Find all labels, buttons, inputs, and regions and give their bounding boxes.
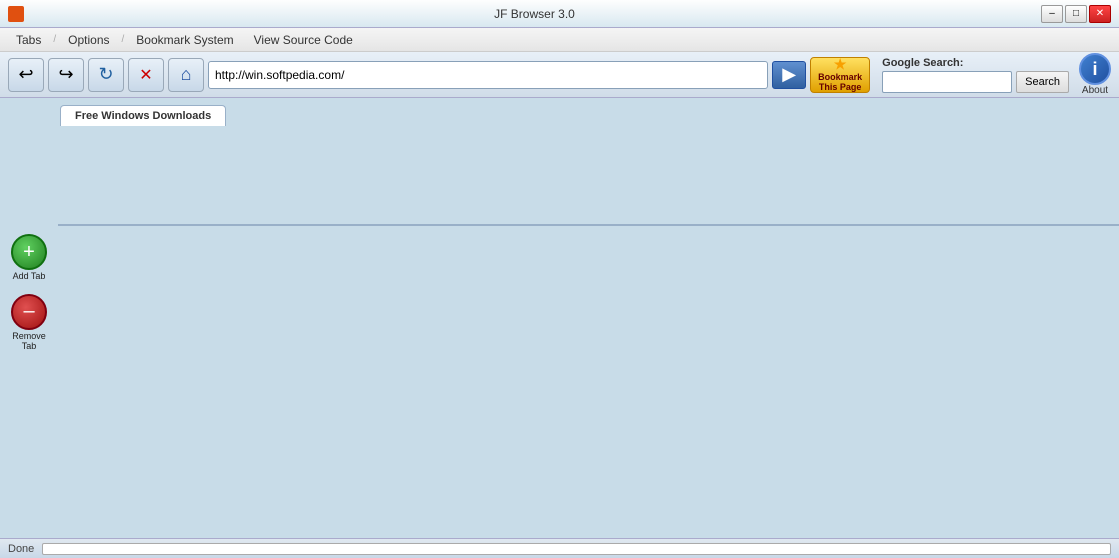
sidebar: + Add Tab – RemoveTab: [0, 224, 58, 352]
add-tab-label: Add Tab: [13, 272, 46, 282]
reload-button[interactable]: ↻: [88, 58, 124, 92]
menu-view-source[interactable]: View Source Code: [246, 31, 361, 49]
add-tab-button[interactable]: + Add Tab: [11, 234, 47, 282]
remove-tab-icon: –: [11, 294, 47, 330]
stop-icon: ✕: [139, 65, 152, 85]
menu-options[interactable]: Options: [60, 31, 117, 49]
add-tab-icon: +: [11, 234, 47, 270]
status-bar: Done: [0, 538, 1119, 558]
reload-icon: ↻: [98, 64, 113, 85]
back-icon: ↩: [18, 64, 33, 85]
app-icon: [8, 6, 24, 22]
bookmark-button[interactable]: ★ BookmarkThis Page: [810, 57, 870, 93]
menu-sep-2: /: [122, 34, 125, 45]
bookmark-label: BookmarkThis Page: [818, 73, 862, 93]
title-bar: JF Browser 3.0 – □ ✕: [0, 0, 1119, 28]
sp-header: ★ BOOKMARK THIS SITE 🔍 SEARCH GO 🧺 DOWNL…: [59, 225, 1118, 226]
url-input[interactable]: [208, 61, 768, 89]
remove-tab-button[interactable]: – RemoveTab: [11, 294, 47, 352]
go-icon: ▶: [782, 64, 796, 85]
home-icon: ⌂: [181, 64, 192, 85]
close-button[interactable]: ✕: [1089, 5, 1111, 23]
search-button[interactable]: Search: [1016, 71, 1069, 93]
minimize-button[interactable]: –: [1041, 5, 1063, 23]
remove-tab-label: RemoveTab: [12, 332, 46, 352]
menu-sep-1: /: [53, 34, 56, 45]
about-label: About: [1082, 85, 1108, 96]
google-search-area: Google Search: Search: [882, 57, 1069, 93]
about-button[interactable]: i About: [1079, 53, 1111, 96]
stop-button[interactable]: ✕: [128, 58, 164, 92]
window-controls: – □ ✕: [1041, 5, 1111, 23]
forward-icon: ↪: [58, 64, 73, 85]
home-button[interactable]: ⌂: [168, 58, 204, 92]
about-icon: i: [1079, 53, 1111, 85]
toolbar: ↩ ↪ ↻ ✕ ⌂ ▶ ★ BookmarkThis Page Google S…: [0, 52, 1119, 98]
google-search-row: Search: [882, 71, 1069, 93]
window-title: JF Browser 3.0: [28, 7, 1041, 21]
status-done: Done: [8, 543, 34, 555]
back-button[interactable]: ↩: [8, 58, 44, 92]
browser-content: ★ BOOKMARK THIS SITE 🔍 SEARCH GO 🧺 DOWNL…: [58, 224, 1119, 226]
google-search-input[interactable]: [882, 71, 1012, 93]
restore-button[interactable]: □: [1065, 5, 1087, 23]
go-button[interactable]: ▶: [772, 61, 806, 89]
bookmark-star-icon: ★: [834, 56, 847, 73]
menu-bar: Tabs / Options / Bookmark System View So…: [0, 28, 1119, 52]
google-search-label: Google Search:: [882, 57, 963, 69]
menu-bookmark-system[interactable]: Bookmark System: [128, 31, 241, 49]
progress-bar: [42, 543, 1111, 555]
menu-tabs[interactable]: Tabs: [8, 31, 49, 49]
tab-free-windows[interactable]: Free Windows Downloads: [60, 105, 226, 126]
tab-bar: Free Windows Downloads: [0, 98, 1119, 126]
forward-button[interactable]: ↪: [48, 58, 84, 92]
